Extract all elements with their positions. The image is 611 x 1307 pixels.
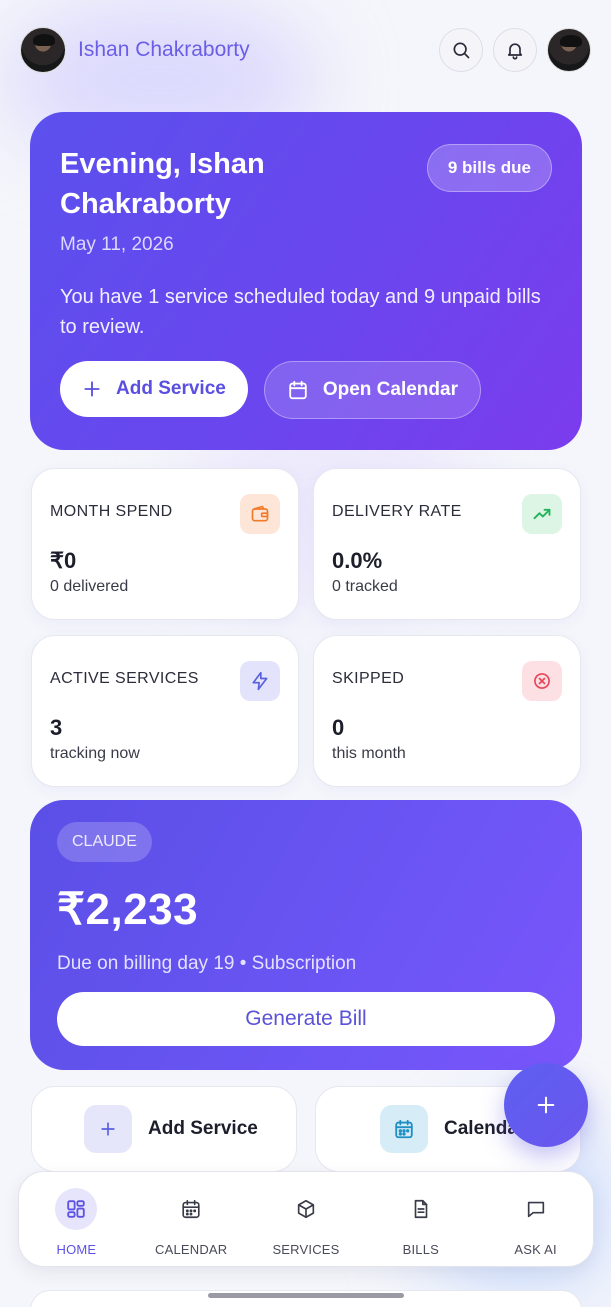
bill-subtitle: Due on billing day 19 • Subscription <box>57 953 357 974</box>
nav-item-bills[interactable]: BILLS <box>363 1172 478 1266</box>
box-icon <box>285 1188 327 1230</box>
greeting-date: May 11, 2026 <box>60 234 174 255</box>
wallet-icon <box>240 494 280 534</box>
hero-actions: Add Service Open Calendar <box>60 361 481 419</box>
open-calendar-button[interactable]: Open Calendar <box>263 361 481 419</box>
chat-icon <box>515 1188 557 1230</box>
x-circle-icon <box>522 661 562 701</box>
nav-item-calendar[interactable]: CALENDAR <box>134 1172 249 1266</box>
stat-card-month-spend[interactable]: MONTH SPEND ₹0 0 delivered <box>31 468 299 620</box>
profile-avatar[interactable] <box>547 28 591 72</box>
stat-sub: 0 delivered <box>50 578 129 595</box>
nav-label: ASK AI <box>514 1242 557 1257</box>
greeting-message: You have 1 service scheduled today and 9… <box>60 286 541 338</box>
stat-card-skipped[interactable]: SKIPPED 0 this month <box>313 635 581 787</box>
add-service-button[interactable]: Add Service <box>60 361 248 417</box>
nav-label: BILLS <box>402 1242 439 1257</box>
lightning-icon <box>240 661 280 701</box>
open-calendar-label: Open Calendar <box>322 379 458 400</box>
plus-icon <box>84 381 100 397</box>
plus-icon <box>537 1096 555 1114</box>
nav-label: SERVICES <box>272 1242 340 1257</box>
avatar[interactable] <box>20 27 66 73</box>
nav-item-home[interactable]: HOME <box>19 1172 134 1266</box>
stat-value: 0 <box>332 715 345 740</box>
stat-value: 3 <box>50 715 63 740</box>
floating-add-button[interactable] <box>504 1063 588 1147</box>
bottom-navigation: HOME CALENDAR SERVICES BILLS ASK AI <box>18 1171 594 1267</box>
greeting-title: Evening, Ishan Chakraborty <box>60 148 265 220</box>
calendar-icon <box>380 1105 428 1153</box>
nav-item-services[interactable]: SERVICES <box>249 1172 364 1266</box>
generate-bill-button[interactable]: Generate Bill <box>57 992 555 1046</box>
quick-action-label: Add Service <box>148 1118 258 1139</box>
calendar-icon <box>289 380 307 400</box>
nav-label: HOME <box>56 1242 97 1257</box>
quick-add-service[interactable]: Add Service <box>31 1086 297 1172</box>
bell-icon <box>507 43 523 60</box>
greeting-card: Evening, Ishan Chakraborty May 11, 2026 … <box>30 112 582 450</box>
notifications-button[interactable] <box>493 28 537 72</box>
stat-sub: tracking now <box>50 745 140 762</box>
app-header: Ishan Chakraborty <box>20 27 591 73</box>
stat-card-delivery-rate[interactable]: DELIVERY RATE 0.0% 0 tracked <box>313 468 581 620</box>
plus-icon <box>84 1105 132 1153</box>
service-tag: CLAUDE <box>57 822 152 862</box>
search-button[interactable] <box>439 28 483 72</box>
nav-item-ask-ai[interactable]: ASK AI <box>478 1172 593 1266</box>
stat-sub: this month <box>332 745 406 762</box>
stat-card-active-services[interactable]: ACTIVE SERVICES 3 tracking now <box>31 635 299 787</box>
stat-value: ₹0 <box>50 548 77 573</box>
document-icon <box>400 1188 442 1230</box>
trending-up-icon <box>522 494 562 534</box>
upcoming-bill-card: CLAUDE ₹2,233 Due on billing day 19 • Su… <box>30 800 582 1070</box>
search-icon <box>453 42 470 59</box>
stat-value: 0.0% <box>332 548 383 573</box>
add-service-label: Add Service <box>116 378 226 399</box>
user-name: Ishan Chakraborty <box>78 38 250 61</box>
stat-sub: 0 tracked <box>332 578 398 595</box>
nav-label: CALENDAR <box>154 1242 228 1257</box>
calendar-icon <box>170 1188 212 1230</box>
bills-due-badge[interactable]: 9 bills due <box>426 144 552 192</box>
home-indicator <box>208 1293 404 1298</box>
grid-icon <box>55 1188 98 1230</box>
bill-amount: ₹2,233 <box>57 885 199 934</box>
